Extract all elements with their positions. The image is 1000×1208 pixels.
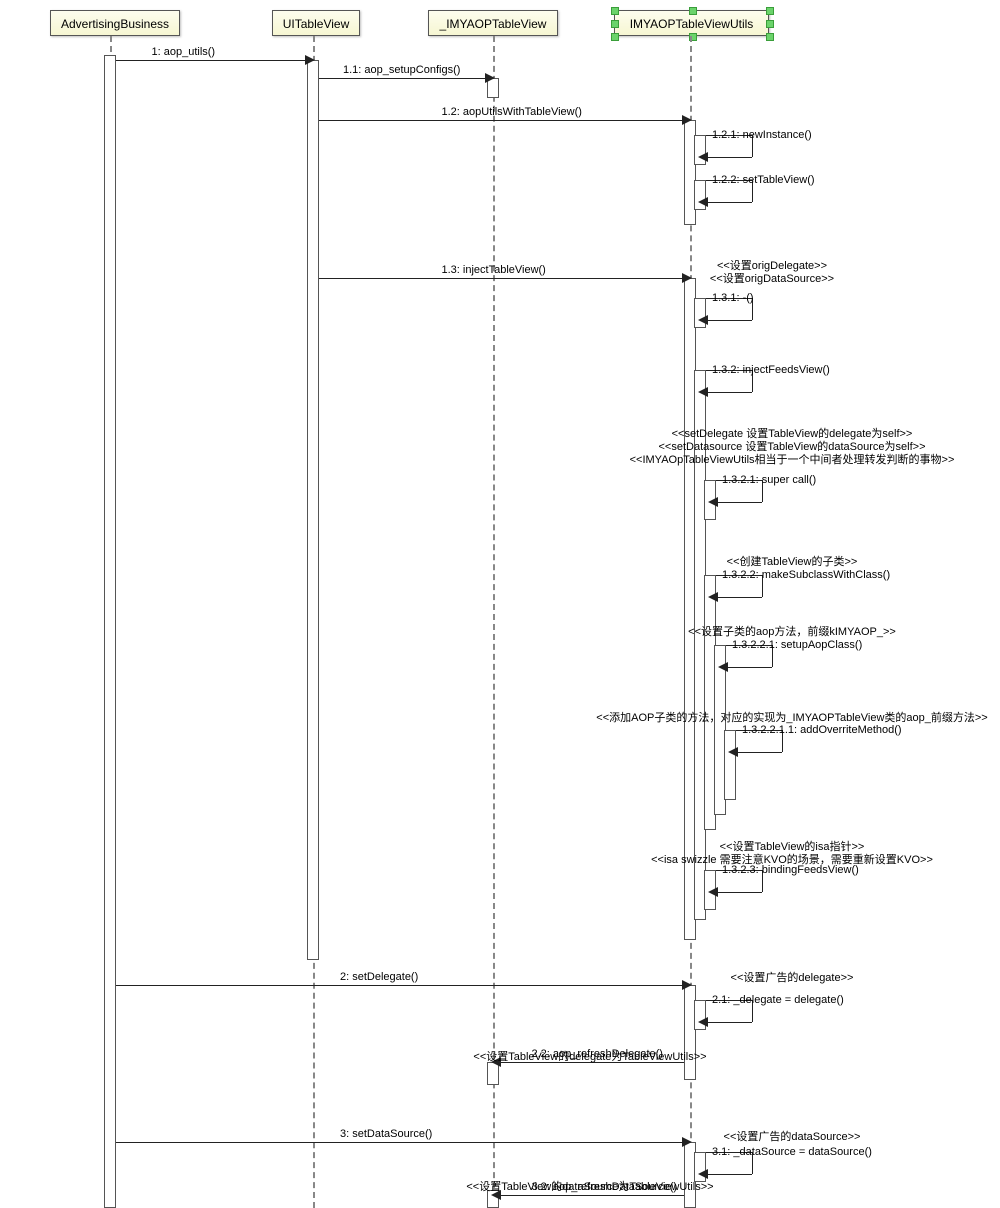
self-call-label: 2.1: _delegate = delegate()	[712, 994, 844, 1006]
message-label: 1.1: aop_setupConfigs()	[343, 64, 460, 76]
arrow-left-icon	[698, 197, 708, 207]
self-call-bottom	[716, 892, 762, 893]
arrow-right-icon	[682, 115, 692, 125]
selection-handle[interactable]	[766, 33, 774, 41]
guard-note: <<设置子类的aop方法，前缀kIMYAOP_>>	[592, 623, 992, 639]
self-call-label: 1.3.1: -()	[712, 292, 754, 304]
self-call-bottom	[706, 320, 752, 321]
message-line	[319, 78, 487, 79]
lifeline-head-aopv[interactable]: _IMYAOPTableView	[428, 10, 558, 36]
guard-note: <<设置TableView的dataSource为TableViewUtils>…	[390, 1178, 790, 1194]
guard-note: <<设置origDataSource>>	[572, 270, 972, 286]
guard-note: <<IMYAOpTableViewUtils相当于一个中间者处理转发判断的事物>…	[592, 451, 992, 467]
self-call-label: 1.2.1: newInstance()	[712, 129, 812, 141]
guard-note: <<设置TableView的delegate为TableViewUtils>>	[390, 1048, 790, 1064]
sequence-diagram: AdvertisingBusiness UITableView _IMYAOPTab…	[0, 0, 1000, 1208]
self-call-label: 1.2.2: setTableView()	[712, 174, 815, 186]
self-call-bottom	[706, 392, 752, 393]
message-line	[319, 120, 684, 121]
arrow-left-icon	[718, 662, 728, 672]
arrow-left-icon	[708, 592, 718, 602]
arrow-left-icon	[698, 387, 708, 397]
self-call-label: 1.3.2: injectFeedsView()	[712, 364, 830, 376]
activation-bar	[104, 55, 116, 1208]
guard-note: <<创建TableView的子类>>	[592, 553, 992, 569]
message-line	[116, 985, 684, 986]
selection-handle[interactable]	[611, 33, 619, 41]
message-label: 1.3: injectTableView()	[442, 264, 546, 276]
message-label: 3: setDataSource()	[340, 1128, 432, 1140]
lifeline-line-aopv	[493, 36, 495, 1208]
lifeline-head-ad[interactable]: AdvertisingBusiness	[50, 10, 180, 36]
self-call-label: 1.3.2.2: makeSubclassWithClass()	[722, 569, 890, 581]
guard-note: <<添加AOP子类的方法，对应的实现为_IMYAOPTableView类的aop…	[592, 709, 992, 725]
self-call-bottom	[726, 667, 772, 668]
self-call-bottom	[736, 752, 782, 753]
guard-note: <<设置广告的delegate>>	[592, 969, 992, 985]
self-call-label: 1.3.2.1: super call()	[722, 474, 816, 486]
selection-handle[interactable]	[611, 20, 619, 28]
self-call-bottom	[706, 1022, 752, 1023]
lifeline-head-tv[interactable]: UITableView	[272, 10, 360, 36]
selection-handle[interactable]	[689, 7, 697, 15]
message-line	[499, 1195, 684, 1196]
guard-note: <<isa swizzle 需要注意KVO的场景，需要重新设置KVO>>	[592, 851, 992, 867]
activation-bar	[724, 730, 736, 800]
message-label: 2: setDelegate()	[340, 971, 418, 983]
self-call-label: 3.1: _dataSource = dataSource()	[712, 1146, 872, 1158]
self-call-bottom	[716, 597, 762, 598]
self-call-label: 1.3.2.2.1.1: addOverriteMethod()	[742, 724, 902, 736]
arrow-left-icon	[698, 152, 708, 162]
self-call-bottom	[706, 202, 752, 203]
message-line	[116, 60, 307, 61]
self-call-bottom	[706, 1174, 752, 1175]
arrow-right-icon	[305, 55, 315, 65]
self-call-bottom	[706, 157, 752, 158]
activation-bar	[307, 60, 319, 960]
selection-handle[interactable]	[766, 7, 774, 15]
arrow-left-icon	[698, 1017, 708, 1027]
selection-handle[interactable]	[611, 7, 619, 15]
selection-handle[interactable]	[766, 20, 774, 28]
arrow-left-icon	[728, 747, 738, 757]
arrow-left-icon	[708, 887, 718, 897]
message-label: 1.2: aopUtilsWithTableView()	[442, 106, 582, 118]
guard-note: <<设置广告的dataSource>>	[592, 1128, 992, 1144]
self-call-bottom	[716, 502, 762, 503]
arrow-left-icon	[698, 315, 708, 325]
arrow-right-icon	[485, 73, 495, 83]
message-label: 1: aop_utils()	[152, 46, 216, 58]
arrow-left-icon	[708, 497, 718, 507]
self-call-label: 1.3.2.2.1: setupAopClass()	[732, 639, 862, 651]
